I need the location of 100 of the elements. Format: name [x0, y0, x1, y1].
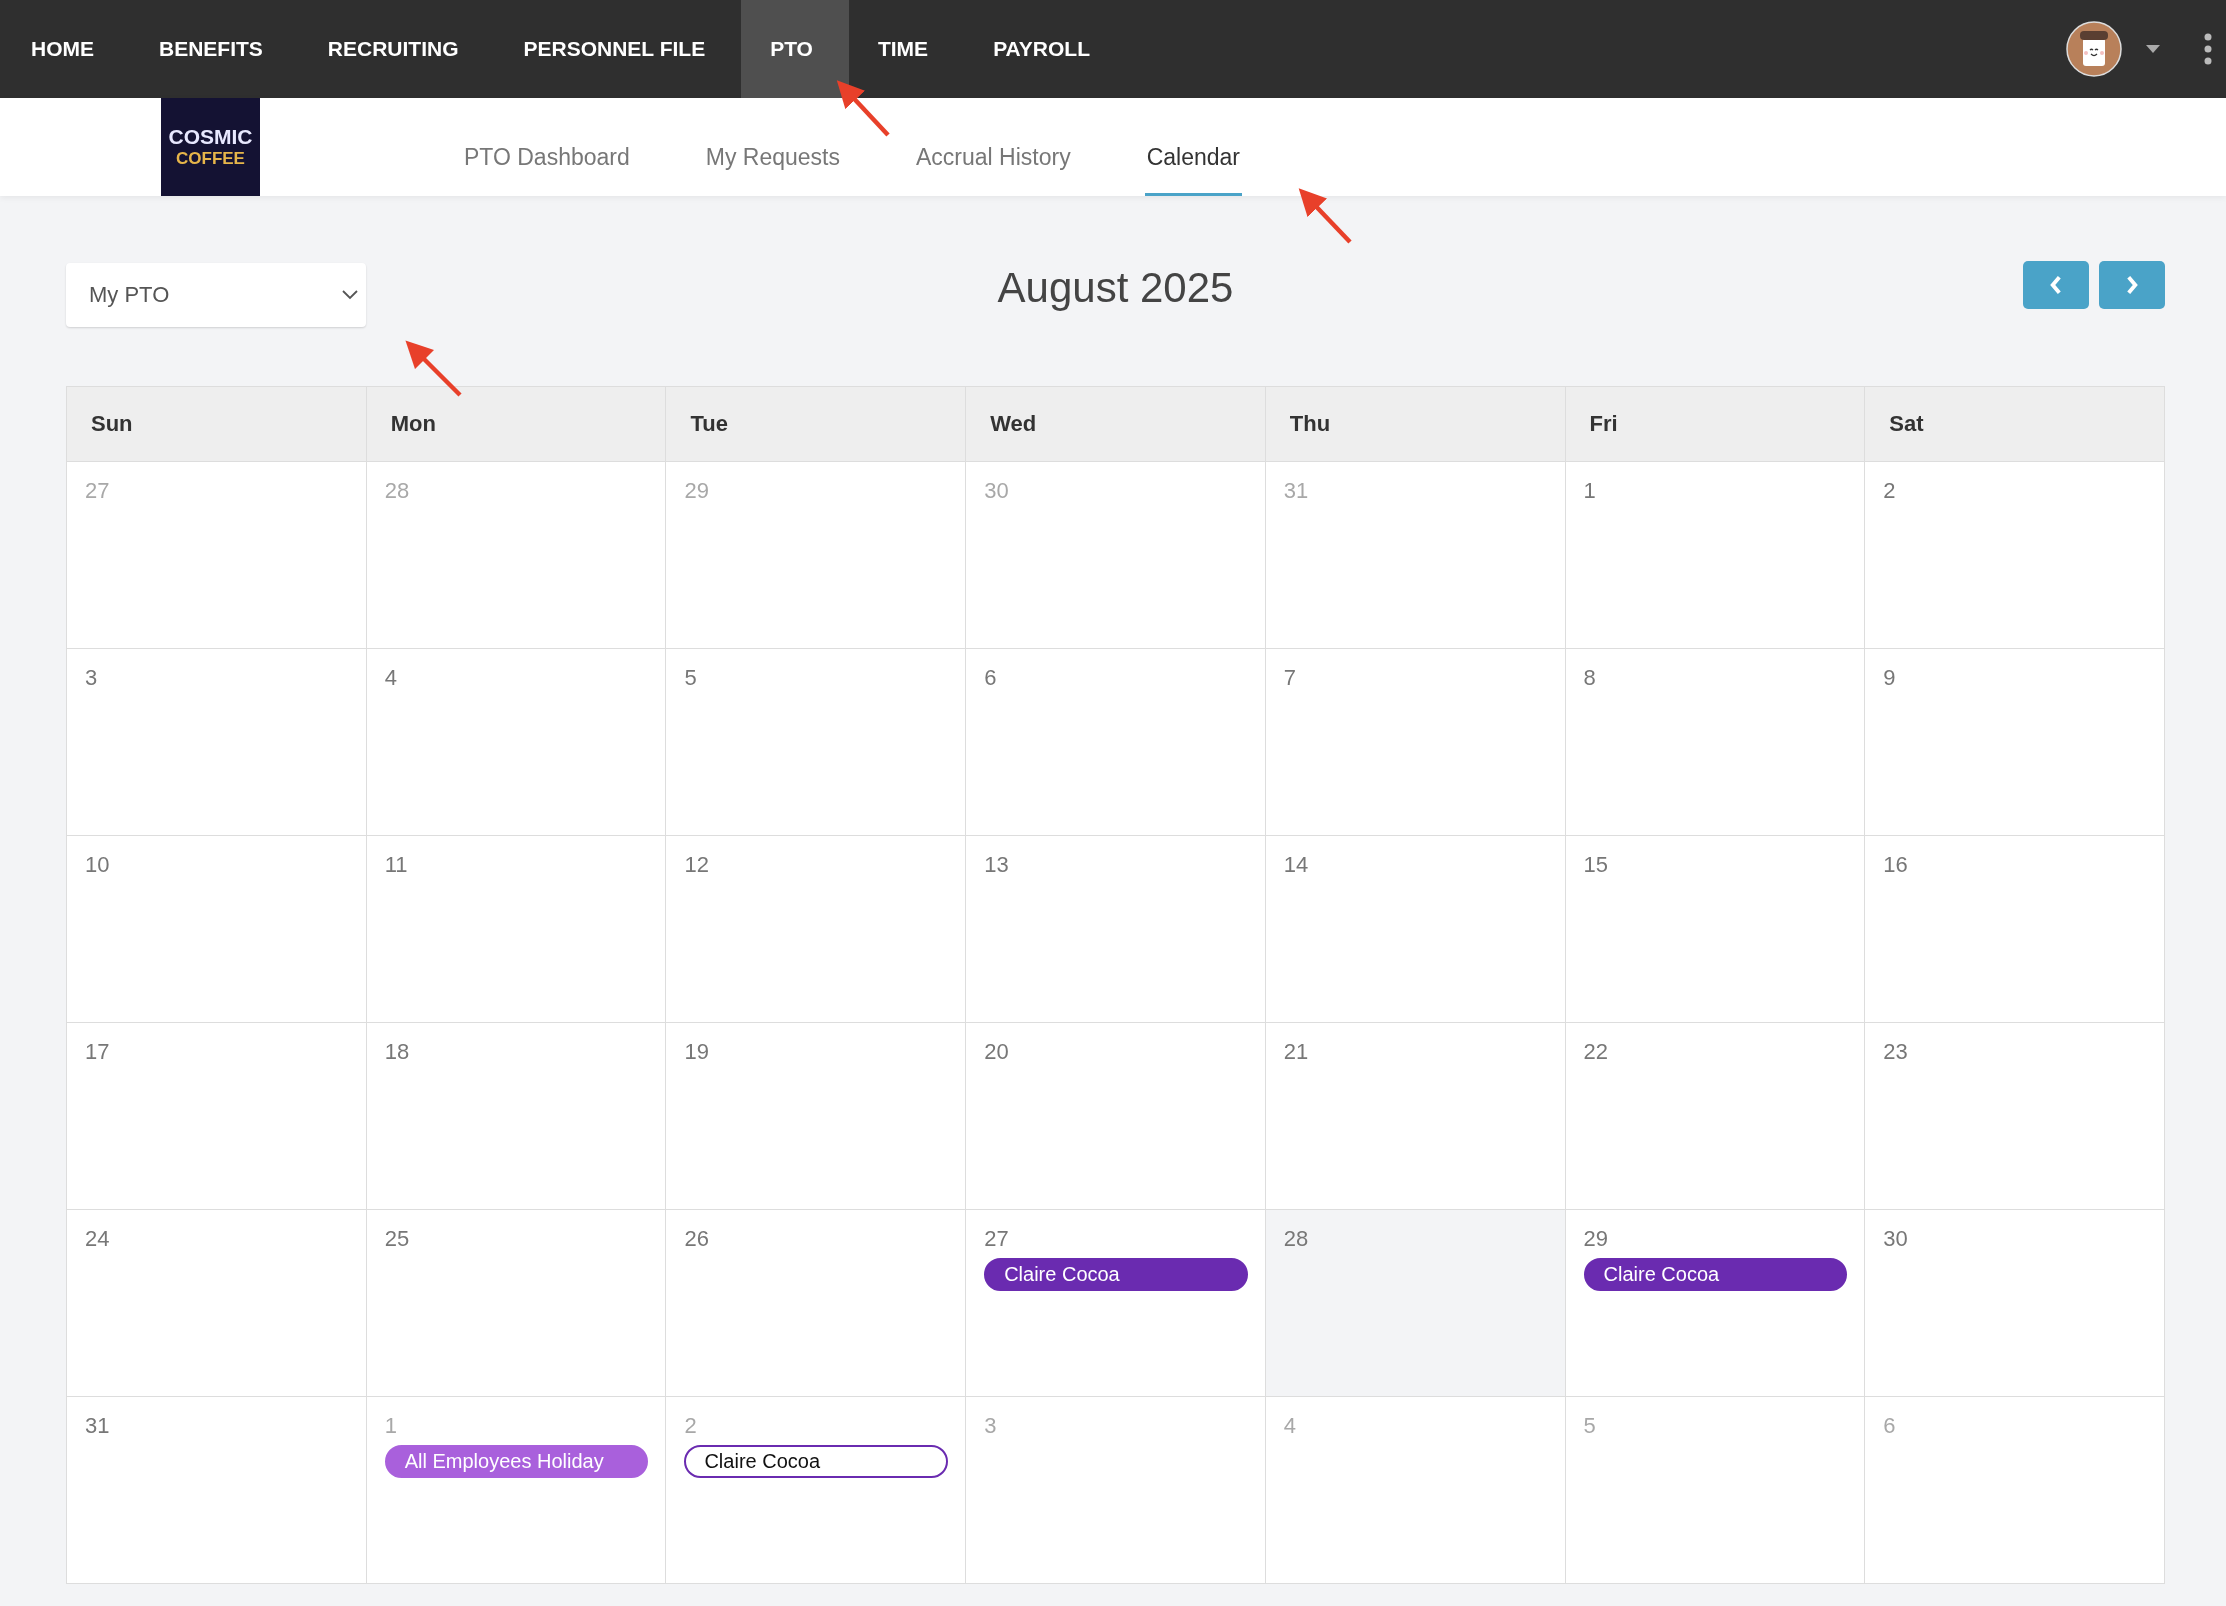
day-number: 31: [1283, 478, 1309, 504]
nav-tab[interactable]: PERSONNEL FILE: [494, 0, 742, 98]
day-cell[interactable]: 3: [966, 1397, 1266, 1584]
nav-tab[interactable]: BENEFITS: [130, 0, 299, 98]
day-number: 29: [1583, 1226, 1609, 1252]
chevron-left-icon: [2049, 274, 2063, 296]
day-cell[interactable]: 4: [366, 649, 667, 836]
day-cell[interactable]: 8: [1565, 649, 1866, 836]
next-button[interactable]: [2099, 261, 2165, 309]
day-cell[interactable]: 19: [666, 1023, 967, 1210]
avatar-icon[interactable]: [2066, 21, 2122, 77]
day-number: 13: [984, 852, 1009, 878]
day-number: 30: [1883, 1226, 1908, 1252]
day-cell[interactable]: 29 Claire Cocoa: [1565, 1210, 1866, 1397]
filter-dropdown[interactable]: My PTO: [66, 263, 366, 327]
day-number: 30: [984, 478, 1009, 504]
day-cell[interactable]: 6: [1865, 1397, 2165, 1584]
day-cell[interactable]: 27: [67, 462, 367, 649]
sub-tab[interactable]: PTO Dashboard: [462, 101, 632, 196]
day-cell[interactable]: 24: [67, 1210, 367, 1397]
day-cell[interactable]: 31: [67, 1397, 367, 1584]
day-cell[interactable]: 23: [1865, 1023, 2165, 1210]
event-pill[interactable]: Claire Cocoa: [984, 1258, 1248, 1291]
weekday-header: Sun: [67, 387, 367, 462]
day-number: 6: [1883, 1413, 1896, 1439]
day-cell[interactable]: 1 All Employees Holiday: [366, 1397, 667, 1584]
day-cell[interactable]: 9: [1865, 649, 2165, 836]
event-pill[interactable]: Claire Cocoa: [684, 1445, 949, 1478]
day-number: 17: [85, 1039, 110, 1065]
day-cell[interactable]: 16: [1865, 836, 2165, 1023]
day-cell[interactable]: 17: [67, 1023, 367, 1210]
day-cell[interactable]: 4: [1265, 1397, 1566, 1584]
day-cell[interactable]: 1: [1565, 462, 1866, 649]
day-cell[interactable]: 18: [366, 1023, 667, 1210]
day-cell[interactable]: 12: [666, 836, 967, 1023]
day-number: 1: [384, 1413, 397, 1439]
day-number: 4: [384, 665, 397, 691]
day-cell[interactable]: 2: [1865, 462, 2165, 649]
nav-tab[interactable]: TIME: [848, 0, 965, 98]
day-number: 27: [85, 478, 110, 504]
day-number: 4: [1283, 1413, 1297, 1439]
day-cell[interactable]: 14: [1265, 836, 1566, 1023]
day-cell[interactable]: 30: [1865, 1210, 2165, 1397]
day-cell[interactable]: 2 Claire Cocoa: [666, 1397, 967, 1584]
sub-tab[interactable]: Calendar: [1144, 101, 1242, 196]
day-cell[interactable]: 29: [666, 462, 967, 649]
day-cell[interactable]: 26: [666, 1210, 967, 1397]
day-number: 5: [1583, 1413, 1596, 1439]
day-cell[interactable]: 25: [366, 1210, 667, 1397]
logo: COSMIC COFFEE: [161, 98, 260, 196]
annotation-arrow: [1298, 188, 1352, 244]
day-cell[interactable]: 3: [67, 649, 367, 836]
nav-tab[interactable]: RECRUITING: [298, 0, 495, 98]
day-cell[interactable]: 22: [1565, 1023, 1866, 1210]
day-cell[interactable]: 5: [1565, 1397, 1866, 1584]
day-cell[interactable]: 20: [966, 1023, 1266, 1210]
day-number: 3: [984, 1413, 997, 1439]
nav-tab[interactable]: PAYROLL: [964, 0, 1126, 98]
day-number: 10: [85, 852, 110, 878]
day-number: 23: [1883, 1039, 1908, 1065]
sub-tab[interactable]: Accrual History: [914, 101, 1073, 196]
weekday-header: Wed: [966, 387, 1266, 462]
caret-icon[interactable]: [2146, 45, 2160, 53]
day-cell[interactable]: 11: [366, 836, 667, 1023]
day-number: 2: [1883, 478, 1896, 504]
day-cell[interactable]: 6: [966, 649, 1266, 836]
day-number: 20: [984, 1039, 1009, 1065]
day-number: 29: [684, 478, 709, 504]
weekday-header: Thu: [1265, 387, 1566, 462]
day-cell[interactable]: 10: [67, 836, 367, 1023]
day-number: 3: [85, 665, 98, 691]
day-number: 12: [684, 852, 709, 878]
day-number: 6: [984, 665, 997, 691]
event-pill[interactable]: All Employees Holiday: [384, 1445, 649, 1478]
day-cell[interactable]: 31: [1265, 462, 1566, 649]
day-number: 28: [1283, 1226, 1309, 1252]
day-cell[interactable]: 27 Claire Cocoa: [966, 1210, 1266, 1397]
event-pill[interactable]: Claire Cocoa: [1583, 1258, 1848, 1291]
day-number: 28: [384, 478, 410, 504]
day-cell[interactable]: 15: [1565, 836, 1866, 1023]
sub-tab[interactable]: My Requests: [703, 101, 842, 196]
previous-button[interactable]: [2023, 261, 2089, 309]
more-icon[interactable]: [2204, 33, 2212, 65]
day-cell[interactable]: 28: [366, 462, 667, 649]
day-number: 18: [384, 1039, 410, 1065]
day-number: 7: [1283, 665, 1297, 691]
nav-tab[interactable]: PTO: [741, 0, 849, 98]
day-cell[interactable]: 13: [966, 836, 1266, 1023]
day-number: 22: [1583, 1039, 1609, 1065]
day-cell[interactable]: 5: [666, 649, 967, 836]
day-number: 2: [684, 1413, 697, 1439]
day-number: 9: [1883, 665, 1896, 691]
day-cell[interactable]: 30: [966, 462, 1266, 649]
day-cell[interactable]: 28: [1265, 1210, 1566, 1397]
weekday-header: Tue: [666, 387, 967, 462]
day-number: 5: [684, 665, 697, 691]
day-number: 1: [1583, 478, 1596, 504]
day-number: 15: [1583, 852, 1609, 878]
nav-tab[interactable]: HOME: [2, 0, 130, 98]
day-cell[interactable]: 7: [1265, 649, 1566, 836]
